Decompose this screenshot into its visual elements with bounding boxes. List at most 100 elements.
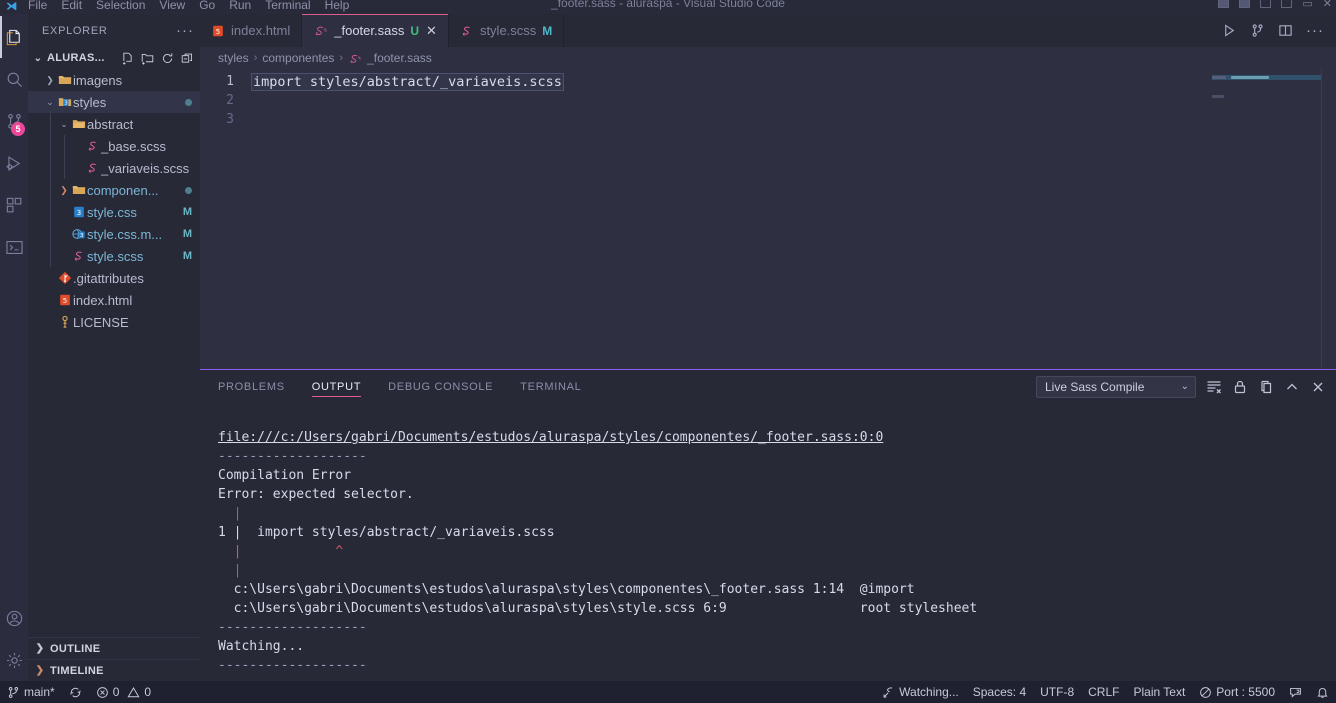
- tree-row-index-html[interactable]: 5 index.html: [28, 289, 200, 311]
- tree-row-style-scss[interactable]: style.scss M: [28, 245, 200, 267]
- activity-explorer[interactable]: [0, 16, 28, 58]
- bottom-panel: PROBLEMS OUTPUT DEBUG CONSOLE TERMINAL L…: [200, 369, 1336, 681]
- open-in-editor-icon[interactable]: [1258, 379, 1274, 395]
- status-feedback[interactable]: [1282, 681, 1309, 703]
- more-actions-icon[interactable]: ···: [1306, 23, 1324, 38]
- line-number: 3: [226, 112, 234, 127]
- tab-index-html[interactable]: 5 index.html: [200, 14, 303, 47]
- status-sync[interactable]: [62, 681, 89, 703]
- collapse-all-icon[interactable]: [181, 52, 194, 65]
- activity-remote-terminal[interactable]: [0, 226, 28, 268]
- chevron-right-icon[interactable]: ❯: [44, 75, 56, 86]
- output-channel-select[interactable]: Live Sass Compile ⌄: [1036, 375, 1196, 398]
- tree-row-license[interactable]: LICENSE: [28, 311, 200, 333]
- unsaved-indicator-dot: [185, 98, 192, 106]
- output-line: Compilation Error: [218, 468, 352, 483]
- code-line-2: 2: [200, 91, 1336, 110]
- minimize-icon[interactable]: ▭: [1302, 0, 1312, 10]
- status-notifications[interactable]: [1309, 681, 1336, 703]
- chevron-down-icon[interactable]: ⌄: [58, 119, 70, 130]
- breadcrumb-item-componentes[interactable]: componentes: [262, 51, 334, 65]
- customize-layout-icon[interactable]: [1281, 0, 1293, 8]
- activity-accounts[interactable]: [0, 597, 28, 639]
- source-control-split-icon[interactable]: [1250, 23, 1265, 38]
- activity-run-debug[interactable]: [0, 142, 28, 184]
- tree-row-style-css[interactable]: 3 style.css M: [28, 201, 200, 223]
- tree-row-variaveis-scss[interactable]: _variaveis.scss: [28, 157, 200, 179]
- close-panel-icon[interactable]: [1310, 379, 1326, 395]
- tree-row-style-css-map[interactable]: 3 style.css.m... M: [28, 223, 200, 245]
- tree-row-abstract[interactable]: ⌄ abstract: [28, 113, 200, 135]
- panel-header: PROBLEMS OUTPUT DEBUG CONSOLE TERMINAL L…: [200, 370, 1336, 403]
- status-encoding[interactable]: UTF-8: [1033, 681, 1081, 703]
- status-problems[interactable]: 0 0: [89, 681, 158, 703]
- status-indentation[interactable]: Spaces: 4: [966, 681, 1033, 703]
- chevron-down-icon[interactable]: ⌄: [44, 97, 56, 108]
- toggle-primary-sidebar-icon[interactable]: [1218, 0, 1230, 8]
- activity-search[interactable]: [0, 58, 28, 100]
- status-bar: main* 0 0 Watching... Spaces: 4 UTF-8 CR…: [0, 681, 1336, 703]
- panel-tab-label: DEBUG CONSOLE: [388, 380, 494, 393]
- status-live-sass-watching[interactable]: Watching...: [875, 681, 966, 703]
- tree-row-componentes[interactable]: ❯ componen...: [28, 179, 200, 201]
- tree-label: index.html: [73, 292, 133, 308]
- minimap[interactable]: [1212, 69, 1322, 369]
- encoding-label: UTF-8: [1040, 685, 1075, 699]
- warning-icon: [127, 686, 140, 699]
- indentation-label: Spaces: 4: [972, 685, 1027, 699]
- tab-debug-console[interactable]: DEBUG CONSOLE: [388, 370, 493, 403]
- chevron-right-icon[interactable]: ❯: [34, 643, 46, 654]
- close-icon[interactable]: ✕: [426, 23, 437, 39]
- lock-scroll-icon[interactable]: [1232, 379, 1248, 395]
- file-tree[interactable]: ❯ imagens ⌄ 3 styles ⌄ abstract _base.sc…: [28, 69, 200, 637]
- status-branch[interactable]: main*: [0, 681, 62, 703]
- breadcrumb-item-styles[interactable]: styles: [218, 51, 249, 65]
- chevron-down-icon[interactable]: ⌄: [32, 53, 44, 64]
- tree-row-imagens[interactable]: ❯ imagens: [28, 69, 200, 91]
- vscode-window: File Edit Selection View Go Run Terminal…: [0, 0, 1336, 703]
- run-icon[interactable]: [1222, 23, 1237, 38]
- breadcrumb-item-file[interactable]: _footer.sass: [367, 51, 432, 65]
- chevron-right-icon[interactable]: ❯: [58, 185, 70, 196]
- code-editor[interactable]: 1 import styles/abstract/_variaveis.scss…: [200, 69, 1336, 369]
- activity-manage-settings[interactable]: [0, 639, 28, 681]
- outline-section-header[interactable]: ❯ OUTLINE: [28, 637, 200, 659]
- git-status-modified: M: [182, 228, 192, 240]
- tab-terminal[interactable]: TERMINAL: [520, 370, 581, 403]
- explorer-more-actions-icon[interactable]: ···: [176, 23, 194, 38]
- git-icon: [56, 271, 73, 285]
- status-language-mode[interactable]: Plain Text: [1126, 681, 1192, 703]
- tab-footer-sass[interactable]: _footer.sass U ✕: [302, 14, 449, 47]
- tab-problems[interactable]: PROBLEMS: [218, 370, 285, 403]
- tree-row-styles[interactable]: ⌄ 3 styles: [28, 91, 200, 113]
- output-line-link[interactable]: file:///c:/Users/gabri/Documents/estudos…: [218, 430, 883, 445]
- tab-output[interactable]: OUTPUT: [311, 370, 362, 403]
- status-eol[interactable]: CRLF: [1081, 681, 1126, 703]
- tree-row-base-scss[interactable]: _base.scss: [28, 135, 200, 157]
- split-editor-icon[interactable]: [1278, 23, 1293, 38]
- activity-source-control[interactable]: 5: [0, 100, 28, 142]
- breadcrumb[interactable]: styles › componentes › _footer.sass: [200, 47, 1336, 69]
- chevron-right-icon[interactable]: ❯: [34, 665, 46, 676]
- maximize-icon[interactable]: ✕: [1323, 0, 1332, 10]
- output-body[interactable]: file:///c:/Users/gabri/Documents/estudos…: [200, 403, 1336, 681]
- project-section-header[interactable]: ⌄ ALURAS...: [28, 47, 200, 69]
- status-live-server-port[interactable]: Port : 5500: [1192, 681, 1282, 703]
- layout-controls[interactable]: ▭ ✕: [1218, 0, 1332, 10]
- clear-output-icon[interactable]: [1206, 379, 1222, 395]
- activity-extensions[interactable]: [0, 184, 28, 226]
- timeline-section-header[interactable]: ❯ TIMELINE: [28, 659, 200, 681]
- panel-actions: Live Sass Compile ⌄: [1036, 375, 1336, 398]
- new-file-icon[interactable]: [121, 52, 134, 65]
- activity-bar: 5: [0, 14, 28, 681]
- svg-text:3: 3: [79, 233, 83, 239]
- toggle-panel-icon[interactable]: [1239, 0, 1251, 8]
- chevron-down-icon[interactable]: ⌄: [1181, 381, 1189, 392]
- maximize-panel-icon[interactable]: [1284, 379, 1300, 395]
- tree-row-gitattributes[interactable]: .gitattributes: [28, 267, 200, 289]
- refresh-icon[interactable]: [161, 52, 174, 65]
- tab-style-scss[interactable]: style.scss M: [448, 14, 565, 47]
- new-folder-icon[interactable]: [141, 52, 154, 65]
- tree-label: componen...: [87, 182, 159, 198]
- toggle-secondary-sidebar-icon[interactable]: [1260, 0, 1272, 8]
